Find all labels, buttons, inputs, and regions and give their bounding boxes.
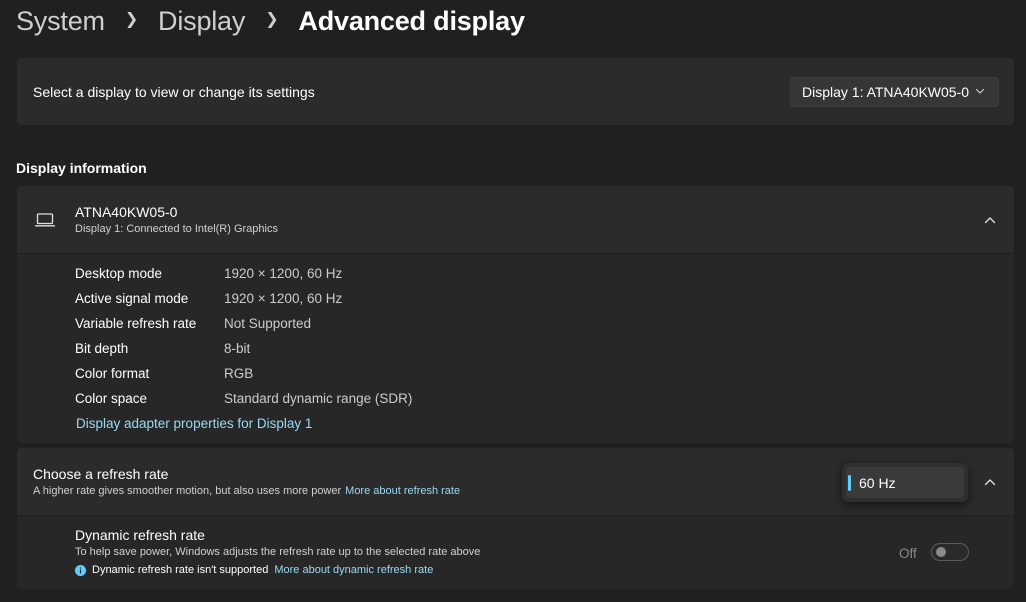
dynamic-refresh-rate-row: Dynamic refresh rate To help save power,… [17,516,1014,589]
dynamic-refresh-note: Dynamic refresh rate isn't supported Mor… [75,564,433,576]
display-info-details: Desktop mode 1920 × 1200, 60 Hz Active s… [17,254,1014,443]
info-icon [75,564,86,576]
chevron-right-icon: ❯ [265,11,279,28]
monitor-name: ATNA40KW05-0 [75,204,178,220]
select-display-label: Select a display to view or change its s… [33,84,315,100]
more-about-dynamic-refresh-link[interactable]: More about dynamic refresh rate [274,564,433,576]
chevron-up-icon[interactable] [983,213,997,227]
info-value: RGB [224,366,254,381]
breadcrumb-display[interactable]: Display [158,6,245,37]
chevron-right-icon: ❯ [124,11,139,28]
page-title: Advanced display [298,5,525,36]
refresh-rate-header: Choose a refresh rate A higher rate give… [17,448,1014,515]
info-value: 1920 × 1200, 60 Hz [224,291,343,306]
more-about-refresh-rate-link[interactable]: More about refresh rate [345,485,460,497]
info-label: Bit depth [75,341,129,356]
refresh-rate-description: A higher rate gives smoother motion, but… [33,485,342,497]
display-information-heading: Display information [16,160,147,176]
display-adapter-properties-link[interactable]: Display adapter properties for Display 1 [76,416,312,431]
breadcrumb-system[interactable]: System [16,6,105,37]
info-label: Desktop mode [75,266,163,281]
refresh-rate-subtitle: A higher rate gives smoother motion, but… [33,485,460,497]
refresh-rate-dropdown[interactable]: 60 Hz [842,463,968,502]
chevron-up-icon[interactable] [983,475,997,489]
info-value: Not Supported [224,316,312,331]
dynamic-refresh-subtitle: To help save power, Windows adjusts the … [75,546,481,558]
breadcrumb: System ❯ Display ❯ Advanced display [16,2,525,40]
monitor-subtitle: Display 1: Connected to Intel(R) Graphic… [75,223,278,235]
info-label: Variable refresh rate [75,316,197,331]
laptop-icon [35,213,55,227]
info-value: 1920 × 1200, 60 Hz [224,266,343,281]
refresh-rate-title: Choose a refresh rate [33,466,169,482]
info-label: Color format [75,366,150,381]
info-value: Standard dynamic range (SDR) [224,391,413,406]
display-info-header[interactable]: ATNA40KW05-0 Display 1: Connected to Int… [17,186,1014,253]
select-display-card: Select a display to view or change its s… [17,58,1014,125]
refresh-rate-option-selected[interactable]: 60 Hz [846,467,964,498]
dynamic-refresh-toggle[interactable] [931,543,969,561]
selection-accent [848,475,851,491]
dynamic-refresh-note-text: Dynamic refresh rate isn't supported [92,564,269,576]
info-label: Active signal mode [75,291,189,306]
info-value: 8-bit [224,341,251,356]
display-dropdown-value: Display 1: ATNA40KW05-0 [802,84,970,100]
chevron-down-icon [975,88,985,94]
dynamic-refresh-title: Dynamic refresh rate [75,527,205,543]
info-label: Color space [75,391,148,406]
toggle-state-label: Off [899,546,917,561]
toggle-knob [936,547,946,557]
refresh-rate-value: 60 Hz [859,475,896,491]
display-dropdown[interactable]: Display 1: ATNA40KW05-0 [790,77,999,107]
